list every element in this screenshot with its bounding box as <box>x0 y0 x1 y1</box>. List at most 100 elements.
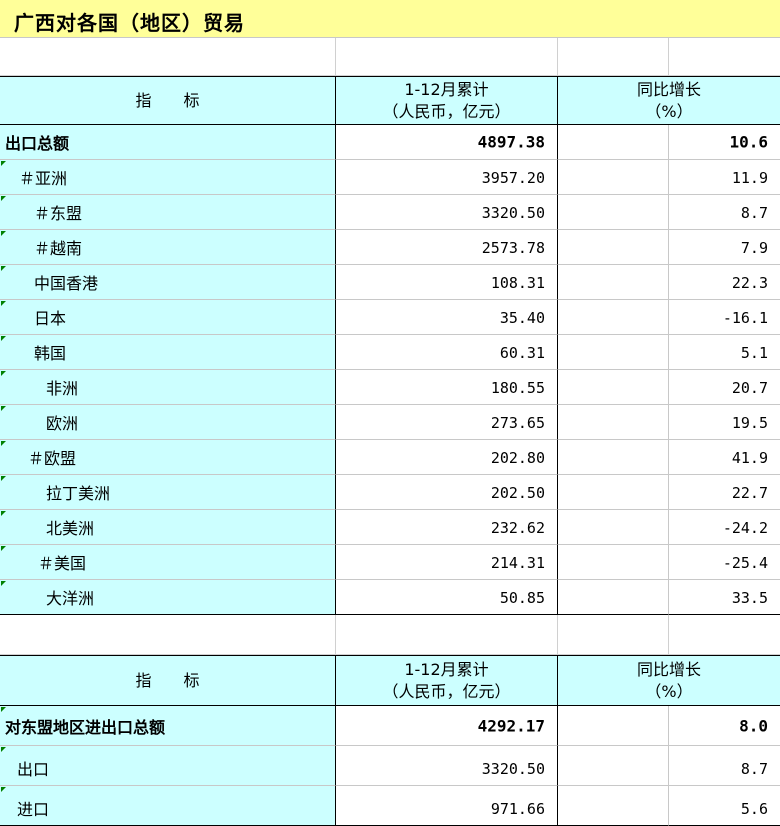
growth-cell[interactable]: 8.0 <box>669 706 780 746</box>
cumulative-cell[interactable]: 4292.17 <box>336 706 558 746</box>
indicator-cell[interactable]: 大洋洲 <box>0 580 336 615</box>
blank-cell[interactable] <box>336 38 558 76</box>
indicator-cell[interactable]: ＃美国 <box>0 545 336 580</box>
growth-cell[interactable]: 22.3 <box>669 265 780 300</box>
indicator-name: 进口 <box>17 800 50 819</box>
indicator-cell[interactable]: 进口 <box>0 786 336 826</box>
indicator-cell[interactable]: 对东盟地区进出口总额 <box>0 706 336 746</box>
indicator-header-cell[interactable]: 指标 <box>0 77 336 124</box>
spacer-cell[interactable] <box>558 786 669 826</box>
spacer-cell[interactable] <box>558 300 669 335</box>
growth-cell[interactable]: 20.7 <box>669 370 780 405</box>
growth-cell[interactable]: -16.1 <box>669 300 780 335</box>
cumulative-value: 273.65 <box>490 414 545 432</box>
spacer-cell[interactable] <box>558 545 669 580</box>
growth-cell[interactable]: 19.5 <box>669 405 780 440</box>
indicator-cell[interactable]: ＃东盟 <box>0 195 336 230</box>
spacer-cell[interactable] <box>558 580 669 615</box>
indicator-name: 出口总额 <box>5 134 70 153</box>
cumulative-cell[interactable]: 3320.50 <box>336 746 558 786</box>
indicator-cell[interactable]: ＃欧盟 <box>0 440 336 475</box>
cumulative-value: 35.40 <box>499 309 545 327</box>
indicator-cell[interactable]: ＃亚洲 <box>0 160 336 195</box>
spacer-cell[interactable] <box>558 746 669 786</box>
growth-value: 20.7 <box>731 379 768 397</box>
table-row: 出口 3320.50 8.7 <box>0 746 780 786</box>
growth-value: 41.9 <box>731 449 768 467</box>
growth-cell[interactable]: -24.2 <box>669 510 780 545</box>
cumulative-cell[interactable]: 50.85 <box>336 580 558 615</box>
cumulative-value: 108.31 <box>490 274 545 292</box>
growth-cell[interactable]: 22.7 <box>669 475 780 510</box>
spacer-cell[interactable] <box>558 230 669 265</box>
cumulative-cell[interactable]: 232.62 <box>336 510 558 545</box>
indicator-name: 拉丁美洲 <box>46 484 111 503</box>
table-row: ＃美国 214.31 -25.4 <box>0 545 780 580</box>
spacer-cell[interactable] <box>558 510 669 545</box>
growth-header: 同比增长 （%） <box>636 659 701 701</box>
growth-cell[interactable]: 11.9 <box>669 160 780 195</box>
growth-cell[interactable]: 8.7 <box>669 195 780 230</box>
spacer-cell[interactable] <box>558 440 669 475</box>
cumulative-header-cell[interactable]: 1-12月累计 （人民币，亿元） <box>336 656 558 705</box>
spacer-cell[interactable] <box>558 195 669 230</box>
growth-cell[interactable]: 41.9 <box>669 440 780 475</box>
spacer-cell[interactable] <box>558 125 669 160</box>
spacer-cell[interactable] <box>558 706 669 746</box>
indicator-header-cell[interactable]: 指标 <box>0 656 336 705</box>
spacer-cell[interactable] <box>558 160 669 195</box>
growth-cell[interactable]: 10.6 <box>669 125 780 160</box>
indicator-cell[interactable]: 出口 <box>0 746 336 786</box>
indicator-cell[interactable]: 出口总额 <box>0 125 336 160</box>
spacer-cell[interactable] <box>558 475 669 510</box>
cumulative-value: 202.80 <box>490 449 545 467</box>
cumulative-cell[interactable]: 202.50 <box>336 475 558 510</box>
spacer-cell[interactable] <box>558 405 669 440</box>
growth-cell[interactable]: 7.9 <box>669 230 780 265</box>
growth-header-cell[interactable]: 同比增长 （%） <box>558 77 780 124</box>
cumulative-cell[interactable]: 273.65 <box>336 405 558 440</box>
blank-cell[interactable] <box>669 615 780 655</box>
indicator-cell[interactable]: 欧洲 <box>0 405 336 440</box>
growth-cell[interactable]: 33.5 <box>669 580 780 615</box>
cumulative-cell[interactable]: 971.66 <box>336 786 558 826</box>
growth-cell[interactable]: -25.4 <box>669 545 780 580</box>
indicator-cell[interactable]: ＃越南 <box>0 230 336 265</box>
cumulative-cell[interactable]: 4897.38 <box>336 125 558 160</box>
spacer-cell[interactable] <box>558 265 669 300</box>
spacer-cell[interactable] <box>558 335 669 370</box>
indicator-cell[interactable]: 中国香港 <box>0 265 336 300</box>
growth-cell[interactable]: 8.7 <box>669 746 780 786</box>
indicator-cell[interactable]: 非洲 <box>0 370 336 405</box>
comment-marker-icon <box>1 266 6 271</box>
cumulative-header-cell[interactable]: 1-12月累计 （人民币，亿元） <box>336 77 558 124</box>
cumulative-cell[interactable]: 180.55 <box>336 370 558 405</box>
blank-cell[interactable] <box>0 38 336 76</box>
blank-cell[interactable] <box>669 38 780 76</box>
indicator-cell[interactable]: 韩国 <box>0 335 336 370</box>
cumulative-cell[interactable]: 202.80 <box>336 440 558 475</box>
blank-cell[interactable] <box>558 38 669 76</box>
indicator-cell[interactable]: 北美洲 <box>0 510 336 545</box>
cumulative-cell[interactable]: 3957.20 <box>336 160 558 195</box>
table-row: ＃东盟 3320.50 8.7 <box>0 195 780 230</box>
cumulative-cell[interactable]: 2573.78 <box>336 230 558 265</box>
blank-cell[interactable] <box>0 615 336 655</box>
blank-cell[interactable] <box>336 615 558 655</box>
cumulative-cell[interactable]: 108.31 <box>336 265 558 300</box>
growth-header-cell[interactable]: 同比增长 （%） <box>558 656 780 705</box>
spacer-cell[interactable] <box>558 370 669 405</box>
growth-cell[interactable]: 5.6 <box>669 786 780 826</box>
growth-cell[interactable]: 5.1 <box>669 335 780 370</box>
cumulative-value: 232.62 <box>490 519 545 537</box>
table-row: ＃越南 2573.78 7.9 <box>0 230 780 265</box>
cumulative-cell[interactable]: 35.40 <box>336 300 558 335</box>
indicator-cell[interactable]: 拉丁美洲 <box>0 475 336 510</box>
blank-cell[interactable] <box>558 615 669 655</box>
cumulative-cell[interactable]: 3320.50 <box>336 195 558 230</box>
indicator-cell[interactable]: 日本 <box>0 300 336 335</box>
cumulative-cell[interactable]: 60.31 <box>336 335 558 370</box>
asean-table-header: 指标 1-12月累计 （人民币，亿元） 同比增长 （%） <box>0 655 780 706</box>
cumulative-cell[interactable]: 214.31 <box>336 545 558 580</box>
comment-marker-icon <box>1 371 6 376</box>
